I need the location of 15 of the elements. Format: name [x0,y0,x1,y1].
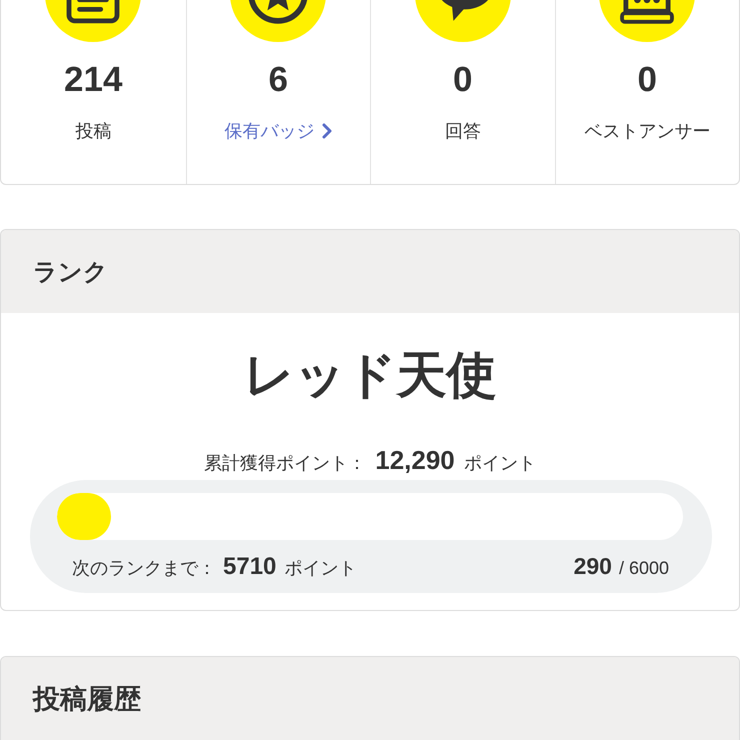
history-title: 投稿履歴 [33,682,141,716]
stat-label: 回答 [444,120,481,143]
stat-count: 6 [268,60,288,100]
next-rank-text: 次のランクまで： 5710 ポイント [72,552,356,582]
badges-link[interactable]: 保有バッジ [224,118,332,144]
stat-count: 214 [64,60,122,100]
total-points-text: 累計獲得ポイント： 12,290 ポイント [204,445,536,477]
stat-label: ベストアンサー [584,120,710,143]
chevron-right-icon [322,123,332,139]
rank-name: レッド天使 [244,346,496,405]
progress-count: 290 / 6000 [574,552,669,581]
rank-title: ランク [33,258,108,288]
stat-label: 投稿 [75,120,112,143]
stat-count: 0 [638,60,657,100]
stat-count: 0 [453,60,472,100]
